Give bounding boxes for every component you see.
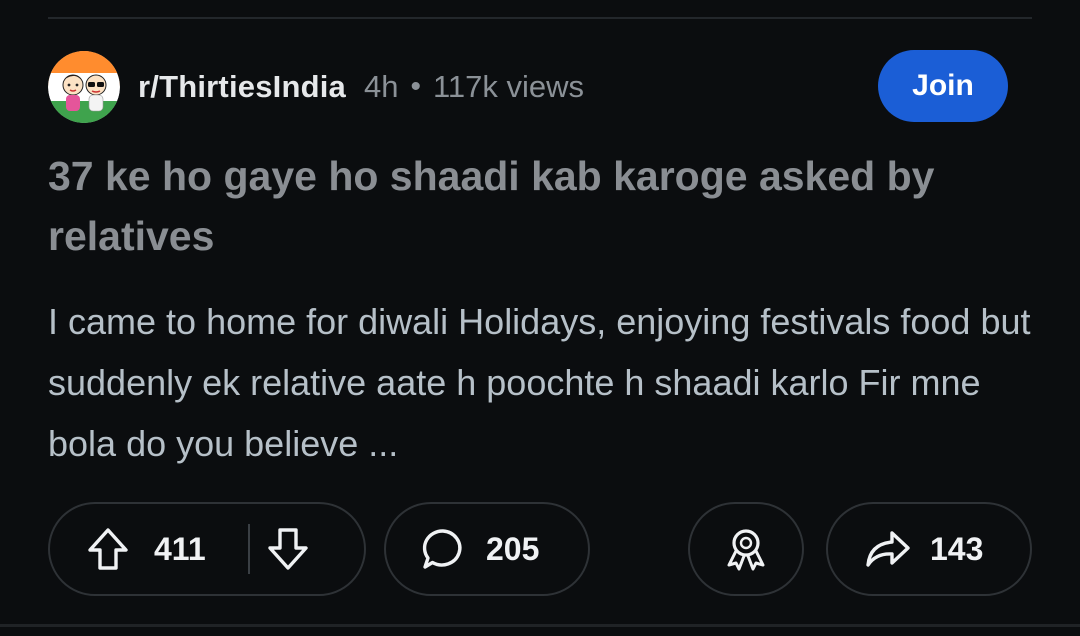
bottom-divider xyxy=(0,624,1080,627)
action-bar: 411 205 143 xyxy=(48,502,1032,598)
subreddit-avatar[interactable] xyxy=(48,51,120,123)
post-header: r/ThirtiesIndia 4h • 117k views Join xyxy=(48,50,1032,124)
vote-divider xyxy=(247,524,250,574)
arrow-down-icon[interactable] xyxy=(266,526,310,572)
top-divider xyxy=(48,17,1032,19)
vote-control: 411 xyxy=(48,502,366,596)
award-ribbon-icon xyxy=(723,525,769,573)
post-card[interactable]: r/ThirtiesIndia 4h • 117k views Join 37 … xyxy=(0,0,1080,636)
share-button[interactable]: 143 xyxy=(826,502,1032,596)
subreddit-name[interactable]: r/ThirtiesIndia xyxy=(138,69,346,105)
award-button[interactable] xyxy=(688,502,804,596)
comments-button[interactable]: 205 xyxy=(384,502,590,596)
view-count: 117k views xyxy=(432,69,585,104)
comment-count: 205 xyxy=(486,530,540,567)
meta-separator: • xyxy=(410,70,421,103)
share-count: 143 xyxy=(930,530,984,567)
post-title[interactable]: 37 ke ho gaye ho shaadi kab karoge asked… xyxy=(48,146,1038,266)
post-age: 4h xyxy=(363,69,399,104)
share-arrow-icon xyxy=(864,527,912,571)
join-button[interactable]: Join xyxy=(878,50,1008,122)
post-body[interactable]: I came to home for diwali Holidays, enjo… xyxy=(48,291,1038,474)
arrow-up-icon[interactable] xyxy=(86,526,130,572)
comment-bubble-icon xyxy=(420,526,466,572)
upvote-count: 411 xyxy=(154,530,206,567)
